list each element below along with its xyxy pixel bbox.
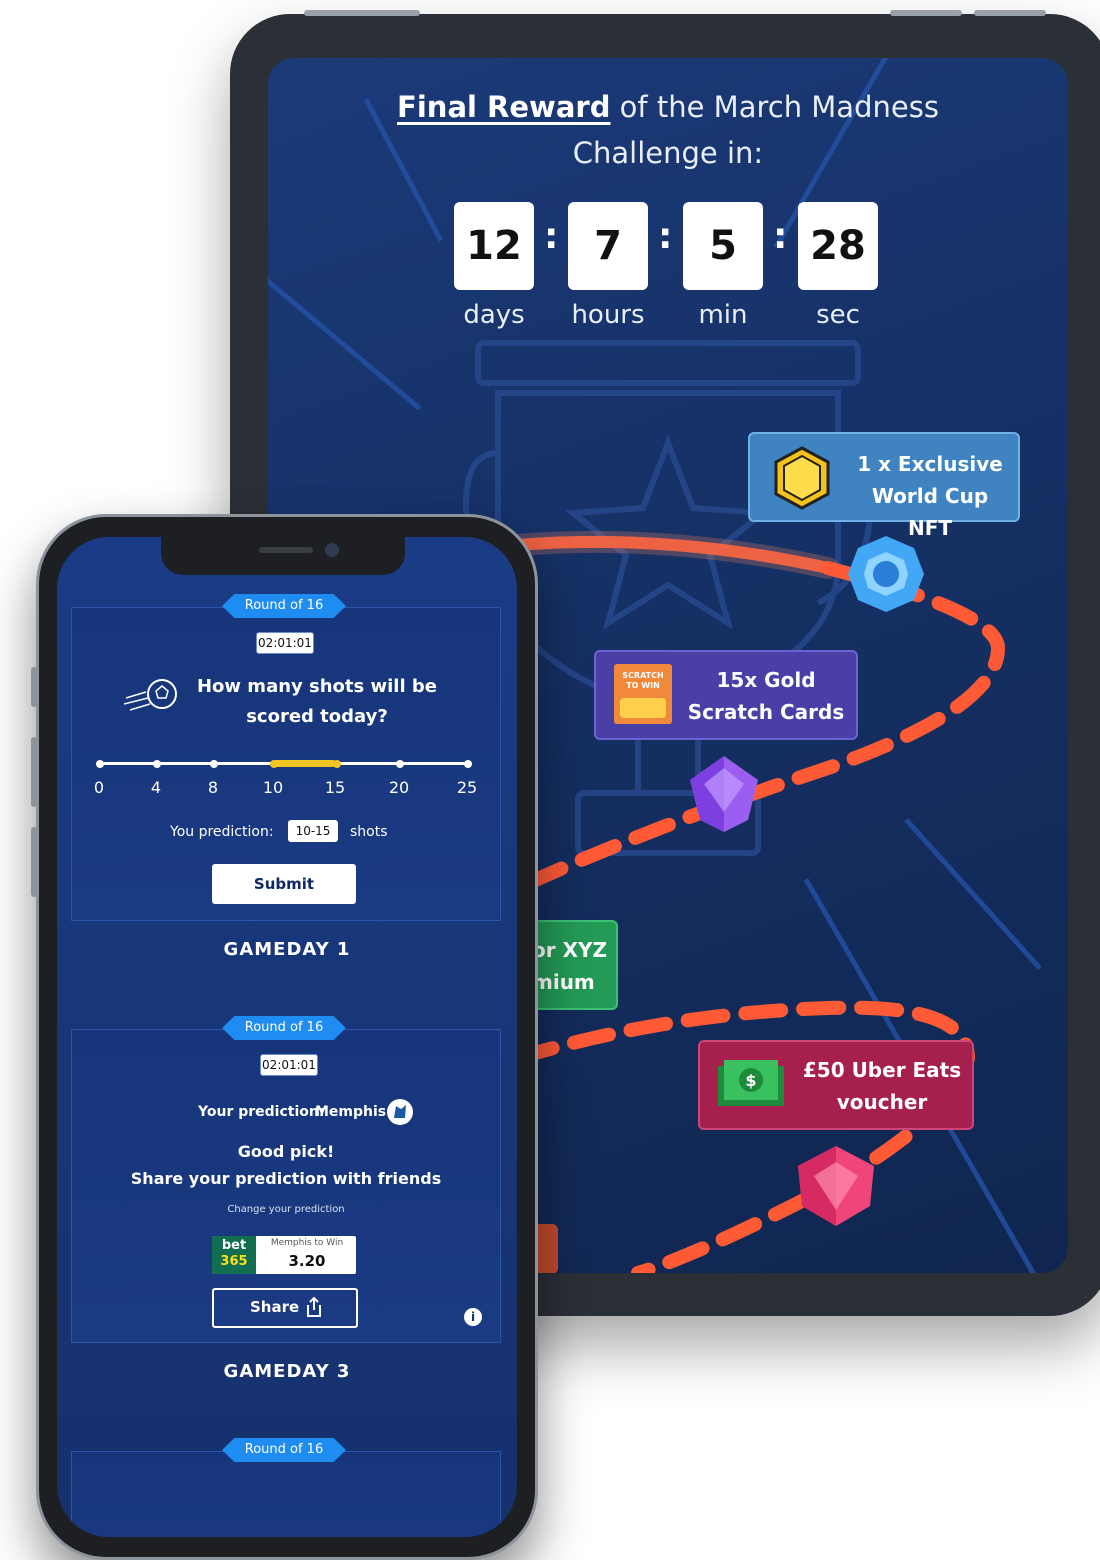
purple-gem-icon	[690, 756, 758, 832]
svg-text:$: $	[745, 1071, 756, 1090]
submit-button[interactable]: Submit	[212, 864, 356, 904]
prediction-value-field[interactable]: 10-15	[288, 820, 338, 842]
reward-uber-eats[interactable]: $ £50 Uber Eats voucher	[698, 1040, 974, 1130]
phone-screen: Round of 16 02:01:01 How many shots will…	[57, 537, 517, 1537]
your-prediction-team: Memphis	[315, 1104, 387, 1120]
round-tag: Round of 16	[222, 1016, 346, 1040]
match-timer: 02:01:01	[260, 1054, 318, 1076]
match-timer: 02:01:01	[256, 632, 314, 654]
good-pick-text: Good pick!	[237, 1142, 335, 1161]
memphis-team-logo-icon	[387, 1099, 413, 1125]
prediction-card-question: Round of 16 02:01:01 How many shots will…	[71, 594, 501, 921]
soccer-ball-icon	[123, 679, 177, 711]
round-tag: Round of 16	[222, 1438, 346, 1462]
reward-xyz-line1: or XYZ	[532, 938, 607, 962]
reward-scratch-line2: Scratch Cards	[687, 700, 845, 724]
front-camera	[325, 543, 339, 557]
slider-tick-label: 4	[150, 778, 162, 797]
svg-text:TO WIN: TO WIN	[626, 681, 660, 690]
phone-side-button	[31, 827, 37, 897]
slider-handle-max[interactable]	[333, 760, 341, 768]
share-prompt-text: Share your prediction with friends	[130, 1169, 442, 1188]
change-prediction-link[interactable]: Change your prediction	[72, 1204, 500, 1215]
gameday-1-heading: GAMEDAY 1	[223, 939, 351, 960]
slider-point[interactable]	[96, 760, 104, 768]
phone-device: Round of 16 02:01:01 How many shots will…	[31, 514, 538, 1560]
reward-nft-line1: 1 x Exclusive	[857, 452, 1003, 476]
slider-point[interactable]	[153, 760, 161, 768]
reward-uber-line1: £50 Uber Eats	[802, 1058, 962, 1082]
reward-scratch-line1: 15x Gold	[716, 668, 816, 692]
nft-coin-icon	[774, 446, 830, 510]
bet-odds: 3.20	[288, 1252, 326, 1270]
slider-tick-label: 8	[207, 778, 219, 797]
bet-odds-widget[interactable]: bet 365 Memphis to Win 3.20	[212, 1236, 356, 1274]
shots-slider-range[interactable]	[272, 760, 336, 767]
tablet-volume-button	[974, 10, 1046, 16]
reward-nft[interactable]: 1 x Exclusive World Cup NFT	[748, 432, 1020, 540]
phone-side-button	[31, 667, 37, 707]
slider-point[interactable]	[396, 760, 404, 768]
pink-gem-icon	[798, 1146, 874, 1226]
prediction-label: You prediction:	[170, 824, 274, 840]
slider-tick-label: 0	[93, 778, 105, 797]
gameday-3-heading: GAMEDAY 3	[223, 1361, 351, 1382]
question-line2: scored today?	[246, 706, 388, 727]
round-tag: Round of 16	[222, 594, 346, 618]
reward-xyz-line2: mium	[532, 970, 595, 994]
slider-handle-min[interactable]	[270, 760, 278, 768]
prediction-card-result: Round of 16 02:01:01 Your prediction: Me…	[71, 1016, 501, 1343]
slider-tick-label: 15	[324, 778, 346, 797]
slider-tick-label: 10	[262, 778, 284, 797]
share-icon	[307, 1296, 321, 1317]
prediction-unit: shots	[350, 824, 388, 840]
bet365-logo: bet 365	[212, 1236, 256, 1274]
tablet-top-button	[304, 10, 420, 16]
prediction-card-next: Round of 16	[71, 1438, 501, 1537]
bet365-logo-line2: 365	[220, 1254, 248, 1269]
bet-market: Memphis to Win	[270, 1238, 344, 1248]
speaker	[259, 547, 313, 553]
slider-tick-label: 20	[388, 778, 410, 797]
tablet-volume-button	[890, 10, 962, 16]
question-line1: How many shots will be	[196, 676, 438, 697]
scratch-card-icon: SCRATCH TO WIN	[614, 664, 672, 724]
reward-uber-line2: voucher	[836, 1090, 928, 1114]
phone-side-button	[31, 737, 37, 807]
info-icon[interactable]: i	[464, 1308, 482, 1326]
phone-notch	[161, 537, 405, 575]
blue-gem-icon	[848, 536, 924, 612]
share-button[interactable]: Share	[212, 1288, 358, 1328]
slider-point[interactable]	[464, 760, 472, 768]
slider-point[interactable]	[210, 760, 218, 768]
bet365-logo-line1: bet	[221, 1238, 247, 1253]
svg-text:SCRATCH: SCRATCH	[622, 671, 663, 680]
reward-scratch-cards[interactable]: SCRATCH TO WIN 15x Gold Scratch Cards	[594, 650, 858, 740]
money-icon: $	[718, 1060, 784, 1106]
slider-tick-label: 25	[456, 778, 478, 797]
your-prediction-label: Your prediction:	[198, 1104, 325, 1120]
share-button-label: Share	[250, 1298, 300, 1316]
